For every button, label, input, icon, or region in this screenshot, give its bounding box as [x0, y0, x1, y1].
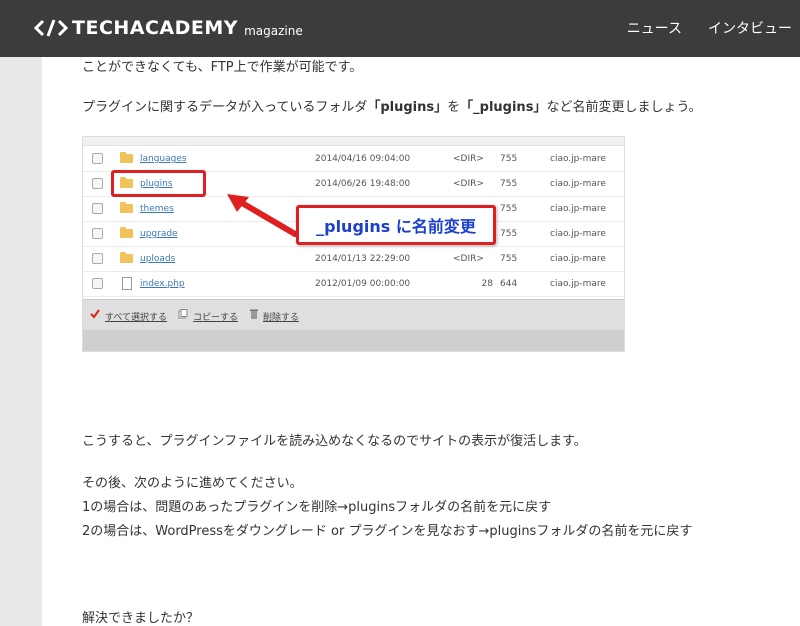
- file-row: languages 2014/04/16 09:04:00 <DIR> 755 …: [83, 146, 624, 172]
- logo-text: TECHACADEMY: [72, 17, 239, 39]
- copy-icon: [178, 309, 188, 319]
- file-dir: <DIR>: [453, 179, 484, 189]
- para1-plugins: 「plugins」: [367, 100, 448, 115]
- folder-icon: [120, 152, 133, 163]
- file-perm: 755: [500, 254, 518, 264]
- file-owner: ciao.jp-mare: [550, 229, 606, 239]
- file-dir: <DIR>: [453, 254, 484, 264]
- para1-new-name: 「_plugins」: [460, 100, 547, 115]
- file-date: 2012/01/09 00:00:00: [315, 279, 411, 289]
- plugins-highlight-box: [111, 170, 206, 197]
- nav-interview[interactable]: インタビュー: [708, 18, 792, 38]
- file-date: 2014/01/13 22:29:00: [315, 254, 411, 264]
- file-manager-screenshot: languages 2014/04/16 09:04:00 <DIR> 755 …: [82, 136, 625, 352]
- para1-text-c: を: [447, 100, 461, 115]
- row-checkbox: [92, 278, 103, 289]
- select-all-action: すべて選択する: [105, 313, 168, 323]
- file-dir: <DIR>: [453, 154, 484, 164]
- file-perm: 755: [500, 229, 518, 239]
- arrow-icon: [227, 194, 298, 237]
- check-icon: [90, 309, 100, 319]
- file-owner: ciao.jp-mare: [550, 279, 606, 289]
- file-owner: ciao.jp-mare: [550, 179, 606, 189]
- file-name: index.php: [140, 279, 185, 289]
- paragraph-case1: 1の場合は、問題のあったプラグインを削除→pluginsフォルダの名前を元に戻す: [82, 500, 552, 515]
- file-row: index.php 2012/01/09 00:00:00 28 644 cia…: [83, 271, 624, 297]
- file-name: languages: [140, 154, 187, 164]
- file-action-bar: すべて選択する コピーする 削除する: [83, 299, 624, 330]
- file-size: 28: [481, 279, 493, 289]
- para1-text-a: プラグインに関するデータが入っているフォルダ: [82, 100, 368, 115]
- code-brackets-icon: [33, 19, 69, 37]
- file-date: 2014/06/26 19:48:00: [315, 179, 411, 189]
- row-checkbox: [92, 203, 103, 214]
- row-checkbox: [92, 253, 103, 264]
- file-owner: ciao.jp-mare: [550, 254, 606, 264]
- file-perm: 755: [500, 179, 518, 189]
- file-perm: 644: [500, 279, 518, 289]
- paragraph-solved: 解決できましたか？: [82, 611, 200, 626]
- paragraph-case2: 2の場合は、WordPressをダウングレード or プラグインを見なおす→pl…: [82, 524, 693, 539]
- copy-action: コピーする: [193, 313, 239, 323]
- nav-news[interactable]: ニュース: [627, 18, 682, 38]
- file-name: themes: [140, 204, 174, 214]
- file-perm: 755: [500, 154, 518, 164]
- folder-icon: [120, 252, 133, 263]
- folder-icon: [120, 227, 133, 238]
- site-logo[interactable]: TECHACADEMY magazine: [33, 16, 303, 40]
- site-header: TECHACADEMY magazine ニュース インタビュー: [0, 0, 800, 57]
- main-nav: ニュース インタビュー: [627, 18, 792, 38]
- file-icon: [122, 277, 132, 290]
- file-perm: 755: [500, 204, 518, 214]
- file-owner: ciao.jp-mare: [550, 204, 606, 214]
- delete-action: 削除する: [263, 313, 300, 323]
- para1-text-e: など名前変更しましょう。: [546, 100, 702, 115]
- row-checkbox: [92, 228, 103, 239]
- file-date: 2014/04/16 09:04:00: [315, 154, 411, 164]
- paragraph-result: こうすると、プラグインファイルを読み込めなくなるのでサイトの表示が復活します。: [82, 434, 587, 449]
- file-owner: ciao.jp-mare: [550, 154, 606, 164]
- file-name: upgrade: [140, 229, 178, 239]
- paragraph-rename: プラグインに関するデータが入っているフォルダ「plugins」を「_plugin…: [82, 96, 702, 115]
- file-row: uploads 2014/01/13 22:29:00 <DIR> 755 ci…: [83, 246, 624, 272]
- row-checkbox: [92, 178, 103, 189]
- paragraph-next-steps: その後、次のように進めてください。: [82, 476, 303, 491]
- file-manager-top-strip: [83, 137, 624, 146]
- file-manager-bottom-bar: [83, 330, 624, 351]
- row-checkbox: [92, 153, 103, 164]
- logo-subtitle: magazine: [244, 23, 303, 38]
- trash-icon: [250, 309, 258, 319]
- partial-paragraph: ことができなくても、FTP上で作業が可能です。: [82, 60, 363, 75]
- rename-callout: _plugins に名前変更: [296, 205, 496, 245]
- file-name: uploads: [140, 254, 176, 264]
- folder-icon: [120, 202, 133, 213]
